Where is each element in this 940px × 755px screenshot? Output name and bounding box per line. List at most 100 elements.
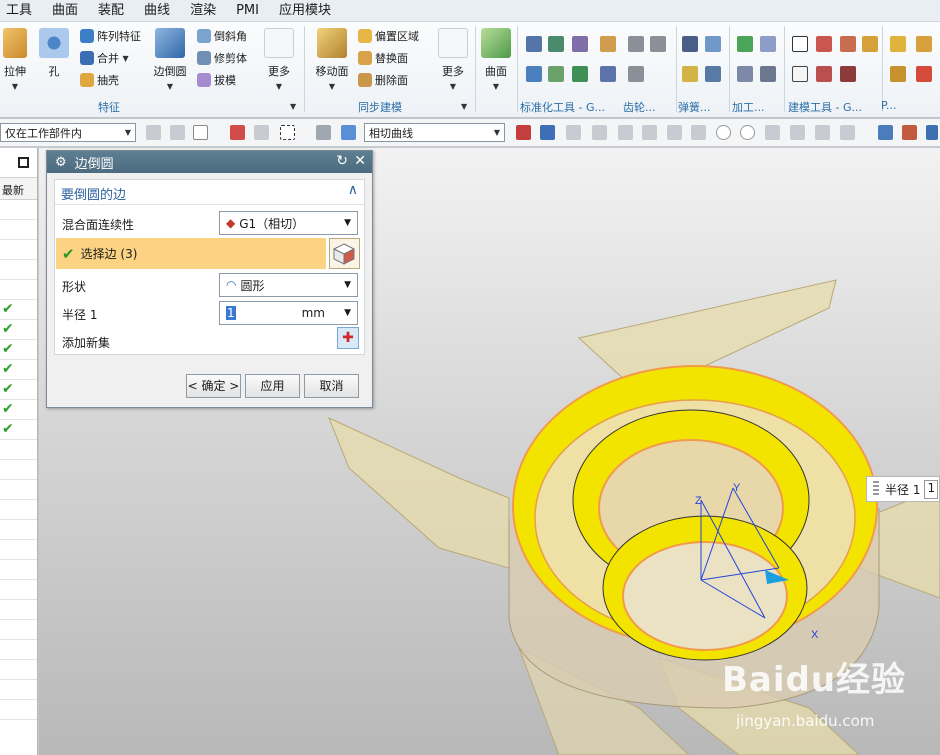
list-item[interactable] xyxy=(0,240,37,260)
list-item[interactable] xyxy=(0,660,37,680)
cancel-button[interactable]: 取消 xyxy=(304,374,359,398)
dialog-title-bar[interactable]: ⚙ 边倒圆 ↻ ✕ xyxy=(47,151,372,173)
snap-icon[interactable] xyxy=(618,125,633,140)
std-tool-icon[interactable] xyxy=(526,66,542,82)
select-edge-cube-icon[interactable] xyxy=(329,238,360,269)
std-tool-icon[interactable] xyxy=(600,66,616,82)
std-tool-icon[interactable] xyxy=(572,36,588,52)
reset-icon[interactable]: ↻ xyxy=(336,153,348,169)
machining-tool-icon[interactable] xyxy=(737,36,753,52)
list-item[interactable] xyxy=(0,440,37,460)
snap-icon[interactable] xyxy=(566,125,581,140)
view-icon[interactable] xyxy=(902,125,917,140)
radius-input[interactable]: 1 mm ▼ xyxy=(219,301,358,325)
spring-tool-icon[interactable] xyxy=(682,36,698,52)
std-tool-icon[interactable] xyxy=(548,66,564,82)
list-item[interactable] xyxy=(0,680,37,700)
list-item[interactable]: ✔ xyxy=(0,360,37,380)
group-expand-icon[interactable]: ▼ xyxy=(290,102,296,111)
apply-button[interactable]: 应用 xyxy=(245,374,300,398)
draft-button[interactable]: 拔模 xyxy=(197,72,236,88)
std-tool-icon[interactable] xyxy=(548,36,564,52)
trim-body-button[interactable]: 修剪体 xyxy=(197,50,247,66)
snap-icon[interactable] xyxy=(815,125,830,140)
list-item[interactable]: ✔ xyxy=(0,340,37,360)
p-tool-icon[interactable] xyxy=(916,36,932,52)
list-item[interactable] xyxy=(0,580,37,600)
list-item[interactable]: ✔ xyxy=(0,300,37,320)
snap-icon[interactable] xyxy=(765,125,780,140)
list-item[interactable] xyxy=(0,200,37,220)
snap-icon[interactable] xyxy=(642,125,657,140)
list-item[interactable] xyxy=(0,220,37,240)
list-item[interactable] xyxy=(0,260,37,280)
machining-tool-icon[interactable] xyxy=(760,66,776,82)
triangle-tool-icon[interactable] xyxy=(792,36,808,52)
sync-more-button[interactable]: 更多 ▼ xyxy=(436,28,470,92)
view-icon[interactable] xyxy=(878,125,893,140)
menu-tools[interactable]: 工具 xyxy=(0,1,46,21)
menu-surface[interactable]: 曲面 xyxy=(46,1,92,21)
snap-icon[interactable] xyxy=(592,125,607,140)
view-icon[interactable] xyxy=(926,125,938,140)
list-item[interactable] xyxy=(0,600,37,620)
column-header-latest[interactable]: 最新 xyxy=(0,178,37,200)
group-p[interactable]: P... xyxy=(881,99,896,112)
spring-tool-icon[interactable] xyxy=(705,66,721,82)
modeling-tool-icon[interactable] xyxy=(840,66,856,82)
radius-tip-value[interactable]: 1 xyxy=(924,479,939,499)
menu-curve[interactable]: 曲线 xyxy=(138,1,184,21)
list-item[interactable]: ✔ xyxy=(0,420,37,440)
snap-icon[interactable] xyxy=(540,125,555,140)
group-expand-icon[interactable]: ▼ xyxy=(461,102,467,111)
list-item[interactable] xyxy=(0,640,37,660)
group-spring[interactable]: 弹簧... xyxy=(678,99,711,115)
snap-icon[interactable] xyxy=(790,125,805,140)
circle-snap-icon[interactable] xyxy=(740,125,755,140)
modeling-tool-icon[interactable] xyxy=(862,36,878,52)
group-machining[interactable]: 加工... xyxy=(732,99,765,115)
p-tool-icon[interactable] xyxy=(890,36,906,52)
machining-tool-icon[interactable] xyxy=(737,66,753,82)
list-item[interactable] xyxy=(0,560,37,580)
unite-button[interactable]: 合并 ▼ xyxy=(80,50,129,66)
list-item[interactable]: ✔ xyxy=(0,380,37,400)
chevron-up-icon[interactable]: ∧ xyxy=(348,182,358,198)
select-icon[interactable] xyxy=(230,125,245,140)
list-item[interactable] xyxy=(0,480,37,500)
section-edges-to-blend[interactable]: 要倒圆的边 ∧ xyxy=(55,180,364,205)
snap-icon[interactable] xyxy=(516,125,531,140)
select-icon[interactable] xyxy=(170,125,185,140)
add-new-set-icon[interactable]: ✚ xyxy=(337,327,359,349)
gear-tool-icon[interactable] xyxy=(650,36,666,52)
group-modeling-tools[interactable]: 建模工具 - G... xyxy=(788,99,862,115)
list-item[interactable] xyxy=(0,620,37,640)
pattern-feature-button[interactable]: 阵列特征 xyxy=(80,28,141,44)
group-gear[interactable]: 齿轮... xyxy=(623,99,656,115)
shape-select[interactable]: ◠ 圆形 ▼ xyxy=(219,273,358,297)
select-icon[interactable] xyxy=(254,125,269,140)
std-tool-icon[interactable] xyxy=(572,66,588,82)
list-item[interactable] xyxy=(0,500,37,520)
radius-value[interactable]: 1 xyxy=(226,306,236,320)
hole-button[interactable]: 孔 xyxy=(38,28,70,79)
modeling-tool-icon[interactable] xyxy=(816,36,832,52)
menu-pmi[interactable]: PMI xyxy=(230,1,273,21)
modeling-tool-icon[interactable] xyxy=(792,66,808,82)
close-icon[interactable]: ✕ xyxy=(354,153,366,169)
ok-button[interactable]: < 确定 > xyxy=(186,374,241,398)
list-item[interactable] xyxy=(0,280,37,300)
snap-icon[interactable] xyxy=(840,125,855,140)
snap-icon[interactable] xyxy=(667,125,682,140)
menu-assembly[interactable]: 装配 xyxy=(92,1,138,21)
extrude-button[interactable]: 拉伸 ▼ xyxy=(0,28,30,92)
replace-face-button[interactable]: 替换面 xyxy=(358,50,408,66)
box-select-icon[interactable] xyxy=(280,125,295,140)
select-icon[interactable] xyxy=(316,125,331,140)
spring-tool-icon[interactable] xyxy=(682,66,698,82)
edge-blend-button[interactable]: 边倒圆 ▼ xyxy=(150,28,190,92)
list-item[interactable] xyxy=(0,520,37,540)
gear-tool-icon[interactable] xyxy=(628,66,644,82)
select-edge-row[interactable]: ✔ 选择边 (3) xyxy=(56,238,326,269)
offset-region-button[interactable]: 偏置区域 xyxy=(358,28,419,44)
